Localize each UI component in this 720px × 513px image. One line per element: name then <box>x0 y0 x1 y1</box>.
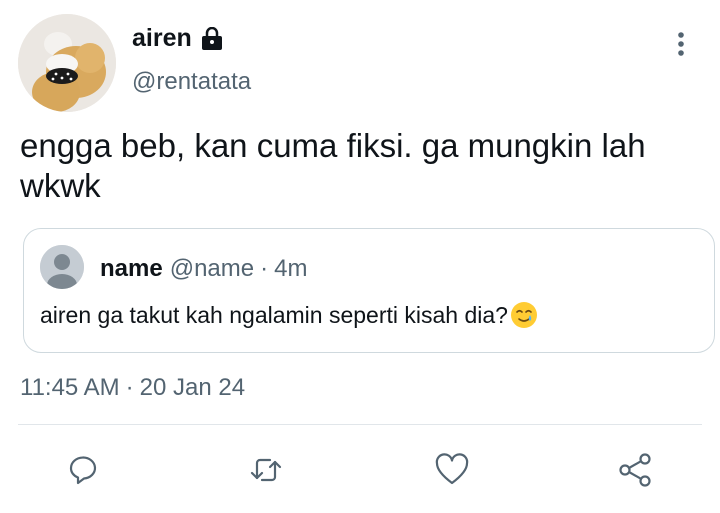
more-vertical-icon[interactable] <box>670 30 692 60</box>
timestamp-date: 20 Jan 24 <box>139 374 246 401</box>
default-avatar-icon <box>40 245 84 289</box>
teddy-bear-avatar-icon <box>18 14 116 112</box>
quote-time: 4m <box>274 255 308 282</box>
like-button[interactable] <box>432 450 472 490</box>
quote-text: airen ga takut kah ngalamin seperti kisa… <box>40 301 508 328</box>
tweet-timestamp[interactable]: 11:45 AM · 20 Jan 24 <box>20 374 245 402</box>
quote-text-row: airen ga takut kah ngalamin seperti kisa… <box>40 301 538 329</box>
quote-separator: · <box>260 255 269 282</box>
share-icon <box>619 453 651 487</box>
reply-button[interactable] <box>64 450 104 490</box>
author-display-name[interactable]: airen <box>132 24 224 53</box>
like-icon <box>435 453 469 485</box>
reply-icon <box>69 456 97 485</box>
author-avatar[interactable] <box>18 14 116 112</box>
smiling-face-with-tear-icon <box>510 301 538 329</box>
timestamp-separator: · <box>125 374 134 401</box>
timestamp-time: 11:45 AM <box>20 374 120 401</box>
quote-header: name @name · 4m <box>100 255 307 283</box>
share-button[interactable] <box>615 450 655 490</box>
quote-author-name[interactable]: name <box>100 255 163 283</box>
quote-avatar[interactable] <box>40 245 84 289</box>
quoted-tweet-card[interactable]: name @name · 4m airen ga takut kah ngala… <box>23 228 715 353</box>
tweet-text: engga beb, kan cuma fiksi. ga mungkin la… <box>20 127 646 204</box>
retweet-button[interactable] <box>246 450 286 490</box>
quote-author-handle[interactable]: @name <box>170 255 254 283</box>
retweet-icon <box>250 458 282 482</box>
author-handle[interactable]: @rentatata <box>132 68 251 96</box>
author-name-text: airen <box>132 24 192 52</box>
lock-icon <box>200 26 224 51</box>
divider <box>18 424 702 425</box>
